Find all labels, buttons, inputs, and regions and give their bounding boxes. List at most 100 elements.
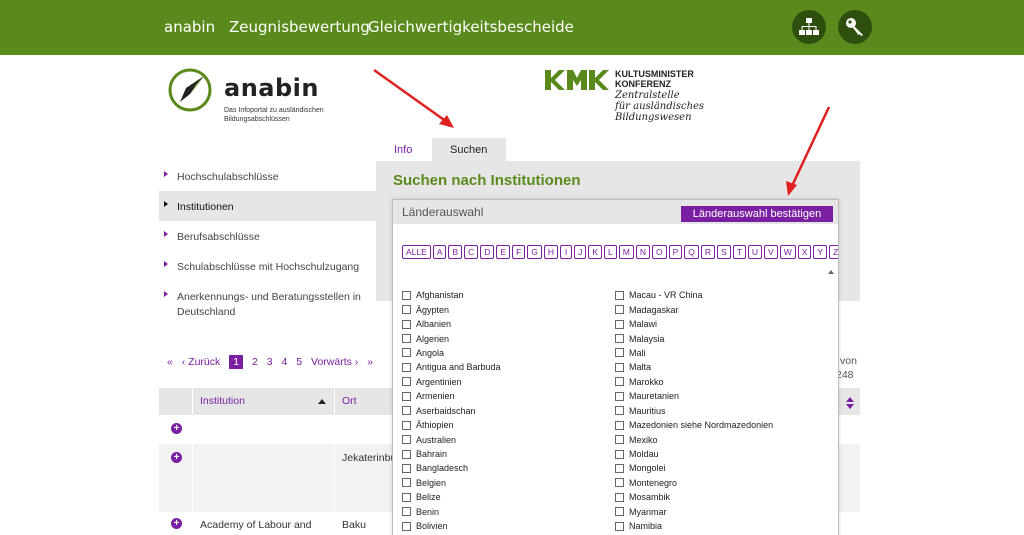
country-checkbox[interactable]: [402, 348, 411, 358]
expand-icon[interactable]: +: [171, 518, 182, 529]
sidebar-item-anerkennungsstellen[interactable]: Anerkennungs- und Beratungsstellen in De…: [159, 281, 376, 327]
country-checkbox[interactable]: [402, 334, 411, 344]
country-checkbox[interactable]: [402, 420, 411, 430]
country-checkbox[interactable]: [615, 507, 624, 517]
country-checkbox[interactable]: [615, 420, 624, 430]
country-checkbox[interactable]: [615, 463, 624, 473]
country-checkbox[interactable]: [615, 449, 624, 459]
country-option[interactable]: Mexiko: [615, 432, 773, 446]
sort-ascending-icon[interactable]: [318, 399, 326, 404]
country-checkbox[interactable]: [402, 305, 411, 315]
country-checkbox[interactable]: [402, 492, 411, 502]
scroll-up-icon[interactable]: [828, 270, 834, 274]
login-button[interactable]: [838, 10, 872, 44]
country-option[interactable]: Malaysia: [615, 331, 773, 345]
column-header-institution[interactable]: Institution: [200, 395, 245, 407]
country-option[interactable]: Mali: [615, 346, 773, 360]
kmk-logo[interactable]: KULTUSMINISTER KONFERENZ Zentralstelle f…: [545, 68, 745, 128]
letter-filter-g[interactable]: G: [527, 245, 542, 259]
confirm-country-selection-button[interactable]: Länderauswahl bestätigen: [681, 206, 833, 222]
country-option[interactable]: Belgien: [402, 476, 501, 490]
country-checkbox[interactable]: [615, 478, 624, 488]
country-checkbox[interactable]: [402, 449, 411, 459]
country-option[interactable]: Argentinien: [402, 375, 501, 389]
sort-icon[interactable]: [846, 397, 854, 409]
first-page-link[interactable]: «: [167, 356, 173, 368]
country-option[interactable]: Malawi: [615, 317, 773, 331]
letter-filter-i[interactable]: I: [560, 245, 573, 259]
country-checkbox[interactable]: [402, 377, 411, 387]
country-option[interactable]: Mongolei: [615, 461, 773, 475]
letter-filter-u[interactable]: U: [747, 245, 763, 259]
page-link-1[interactable]: 1: [229, 355, 244, 369]
letter-filter-t[interactable]: T: [732, 245, 746, 259]
anabin-logo[interactable]: anabin Das Infoportal zu ausländischen B…: [168, 68, 358, 128]
letter-filter-j[interactable]: J: [574, 245, 587, 259]
country-checkbox[interactable]: [402, 507, 411, 517]
country-option[interactable]: Namibia: [615, 519, 773, 533]
country-checkbox[interactable]: [615, 305, 624, 315]
country-checkbox[interactable]: [615, 290, 624, 300]
country-option[interactable]: Armenien: [402, 389, 501, 403]
last-page-link[interactable]: »: [367, 356, 373, 368]
letter-filter-e[interactable]: E: [496, 245, 511, 259]
country-option[interactable]: Ägypten: [402, 302, 501, 316]
country-checkbox[interactable]: [402, 406, 411, 416]
country-checkbox[interactable]: [402, 391, 411, 401]
country-checkbox[interactable]: [615, 391, 624, 401]
letter-filter-n[interactable]: N: [635, 245, 650, 259]
country-option[interactable]: Macau - VR China: [615, 288, 773, 302]
page-link-2[interactable]: 2: [252, 356, 258, 368]
country-option[interactable]: Montenegro: [615, 476, 773, 490]
page-link-3[interactable]: 3: [267, 356, 273, 368]
expand-icon[interactable]: +: [171, 452, 182, 463]
letter-filter-a[interactable]: A: [432, 245, 447, 259]
country-option[interactable]: Madagaskar: [615, 302, 773, 316]
letter-filter-k[interactable]: K: [588, 245, 602, 259]
country-option[interactable]: Moldau: [615, 447, 773, 461]
letter-filter-w[interactable]: W: [779, 245, 796, 259]
country-checkbox[interactable]: [402, 362, 411, 372]
country-checkbox[interactable]: [402, 463, 411, 473]
country-option[interactable]: Bangladesch: [402, 461, 501, 475]
sidebar-item-hochschulabschluesse[interactable]: Hochschulabschlüsse: [159, 161, 376, 191]
column-header-ort[interactable]: Ort: [342, 395, 357, 407]
page-link-5[interactable]: 5: [296, 356, 302, 368]
expand-icon[interactable]: +: [171, 423, 182, 434]
letter-filter-o[interactable]: O: [651, 245, 667, 259]
country-checkbox[interactable]: [615, 362, 624, 372]
letter-filter-alle[interactable]: ALLE: [402, 245, 431, 259]
country-checkbox[interactable]: [615, 521, 624, 531]
sitemap-button[interactable]: [792, 10, 826, 44]
country-option[interactable]: Albanien: [402, 317, 501, 331]
dialog-scrollbar[interactable]: [826, 268, 836, 535]
letter-filter-c[interactable]: C: [464, 245, 479, 259]
letter-filter-z[interactable]: Z: [829, 245, 838, 259]
country-checkbox[interactable]: [402, 478, 411, 488]
country-checkbox[interactable]: [615, 435, 624, 445]
country-option[interactable]: Australien: [402, 432, 501, 446]
letter-filter-r[interactable]: R: [700, 245, 716, 259]
country-option[interactable]: Malta: [615, 360, 773, 374]
letter-filter-f[interactable]: F: [512, 245, 526, 259]
country-checkbox[interactable]: [615, 348, 624, 358]
country-option[interactable]: Algerien: [402, 331, 501, 345]
country-option[interactable]: Antigua and Barbuda: [402, 360, 501, 374]
country-option[interactable]: Bolivien: [402, 519, 501, 533]
country-checkbox[interactable]: [402, 290, 411, 300]
country-checkbox[interactable]: [615, 377, 624, 387]
tab-suchen[interactable]: Suchen: [432, 138, 506, 162]
country-option[interactable]: Marokko: [615, 375, 773, 389]
nav-link-anabin[interactable]: anabin: [164, 18, 215, 36]
letter-filter-b[interactable]: B: [448, 245, 463, 259]
country-option[interactable]: Mauritius: [615, 404, 773, 418]
country-option[interactable]: Mazedonien siehe Nordmazedonien: [615, 418, 773, 432]
nav-link-gleichwertigkeitsbescheide[interactable]: Gleichwertigkeitsbescheide: [368, 18, 574, 36]
country-checkbox[interactable]: [402, 319, 411, 329]
sidebar-item-schulabschluesse[interactable]: Schulabschlüsse mit Hochschulzugang: [159, 251, 376, 281]
letter-filter-y[interactable]: Y: [813, 245, 828, 259]
country-checkbox[interactable]: [615, 334, 624, 344]
country-checkbox[interactable]: [615, 406, 624, 416]
country-option[interactable]: Benin: [402, 505, 501, 519]
country-option[interactable]: Äthiopien: [402, 418, 501, 432]
